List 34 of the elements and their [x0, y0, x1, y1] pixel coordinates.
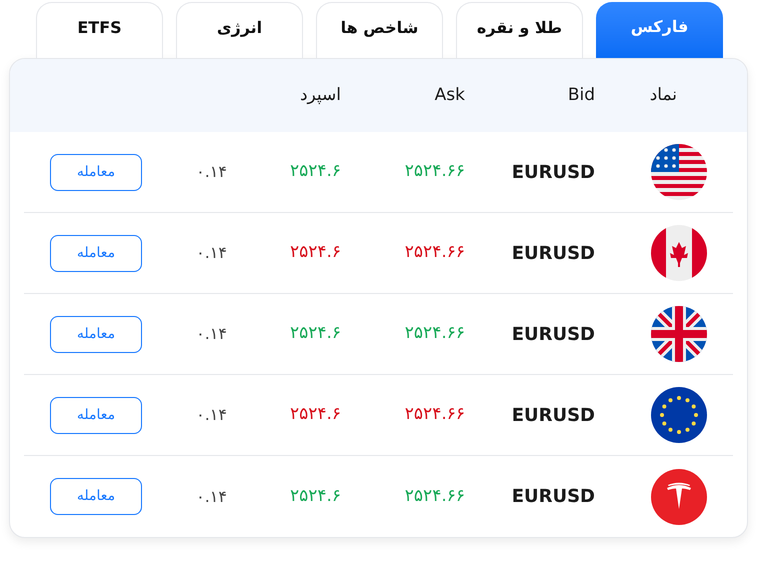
column-header: Ask	[434, 84, 465, 105]
ask-cell: ۲۵۲۴.۶	[290, 323, 341, 344]
spread-cell: ۰.۱۴	[196, 243, 227, 262]
bid-cell: ۲۵۲۴.۶۶	[404, 242, 465, 262]
symbol-cell: EURUSD	[512, 324, 595, 344]
bid-cell: ۲۵۲۴.۶۶	[404, 161, 465, 182]
bid-cell: ۲۵۲۴.۶۶	[404, 404, 465, 424]
tab[interactable]: ETFS	[36, 2, 163, 58]
tab[interactable]: طلا و نقره	[456, 2, 583, 58]
tab[interactable]: فارکس	[596, 2, 723, 58]
tab[interactable]: انرژی	[176, 2, 303, 58]
ask-cell: ۲۵۲۴.۶	[290, 486, 341, 506]
ask-cell: ۲۵۲۴.۶	[290, 404, 341, 424]
bid-cell: ۲۵۲۴.۶۶	[404, 486, 465, 506]
symbol-cell: EURUSD	[512, 242, 595, 264]
column-header: نماد	[650, 84, 677, 105]
trade-button[interactable]: معامله	[50, 234, 142, 272]
ask-cell: ۲۵۲۴.۶	[290, 242, 341, 262]
column-header: Bid	[568, 84, 595, 105]
trade-button[interactable]: معامله	[50, 154, 142, 190]
bid-cell: ۲۵۲۴.۶۶	[404, 323, 465, 344]
symbol-cell: EURUSD	[512, 486, 595, 507]
symbol-cell: EURUSD	[512, 404, 595, 426]
spread-cell: ۰.۱۴	[196, 486, 227, 506]
spread-cell: ۰.۱۴	[196, 162, 227, 181]
column-header: اسپرد	[300, 84, 341, 105]
symbol-cell: EURUSD	[512, 162, 595, 182]
trade-button[interactable]: معامله	[50, 478, 142, 515]
ask-cell: ۲۵۲۴.۶	[290, 161, 341, 182]
trade-button[interactable]: معامله	[50, 316, 142, 352]
tab[interactable]: شاخص ها	[316, 2, 443, 58]
spread-cell: ۰.۱۴	[196, 324, 227, 343]
spread-cell: ۰.۱۴	[196, 405, 227, 424]
trade-button[interactable]: معامله	[50, 396, 142, 434]
